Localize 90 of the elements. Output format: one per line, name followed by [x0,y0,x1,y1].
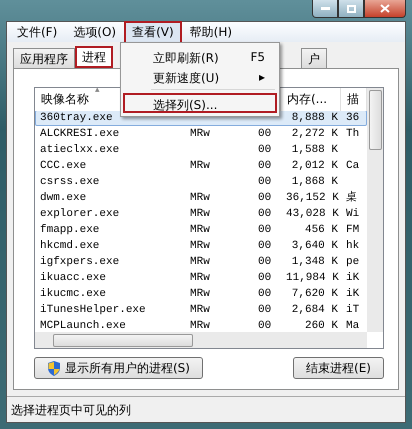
table-cell-text: igfxpers.exe [39,255,120,269]
table-cell-text: 2,272 K [290,127,339,141]
table-cell-text: MRw [189,207,211,221]
action-button[interactable]: 显示所有用户的进程(S) [34,357,203,379]
table-cell-text: iK [345,287,360,301]
table-cell-text: 桌 [345,191,358,205]
table-cell-text: 43,028 K [285,207,340,221]
column-header[interactable]: 内存(... [281,88,341,111]
table-cell-text: iK [345,271,360,285]
close-icon [380,4,390,13]
maximize-button[interactable] [338,0,364,18]
table-cell-text: 8,888 K [290,111,339,125]
table-cell-text: 00 [257,191,272,205]
table-cell-text: 00 [257,271,272,285]
table-cell-text: 00 [257,319,272,332]
menu-option[interactable]: 立即刷新(R) F5 [123,46,277,66]
table-cell-text: 00 [257,287,272,301]
table-cell-text: 1,588 K [290,143,339,157]
table-cell-text: MRw [189,223,211,237]
table-cell-text: dwm.exe [39,191,88,205]
table-cell-text: 00 [257,303,272,317]
table-cell-text: 1,868 K [290,175,339,189]
table-cell-text: 00 [257,159,272,173]
menu-option[interactable]: 更新速度(U) ▸ [123,66,277,86]
table-cell-text: explorer.exe [39,207,120,221]
table-cell-text: 456 K [304,223,339,237]
table-cell-text: MRw [189,319,211,332]
table-cell-text: 00 [257,239,272,253]
table-cell-text: 00 [257,223,272,237]
status-text: 选择进程页中可见的列 [7,396,405,422]
table-cell-text: hk [345,239,360,253]
table-cell-text: MRw [189,255,211,269]
table-cell-text: 1,348 K [290,255,339,269]
table-cell-text: ALCKRESI.exe [39,127,120,141]
table-cell-text: MCPLaunch.exe [39,319,127,332]
table-cell-text: 7,620 K [290,287,339,301]
table-cell-text: 36,152 K [285,191,340,205]
tab[interactable]: 应用程序 [13,48,75,68]
close-button[interactable] [364,0,406,18]
column-header[interactable]: 描 [341,88,367,111]
table-cell-text: 11,984 K [285,271,340,285]
table-cell-text: MRw [189,303,211,317]
table-cell-text: 00 [257,175,272,189]
table-cell-text: pe [345,255,360,269]
table-cell-text: 260 K [304,319,339,332]
horizontal-scrollbar[interactable] [35,332,367,348]
tab[interactable]: 进程 [75,46,113,68]
table-cell-text: fmapp.exe [39,223,100,237]
table-cell-text: iTunesHelper.exe [39,303,147,317]
table-cell-text: MRw [189,127,211,141]
table-cell-text: 3,640 K [290,239,339,253]
maximize-icon [346,4,356,12]
minimize-button[interactable] [312,0,338,18]
table-cell-text: 360tray.exe [39,111,114,125]
table-cell-text: 36 [345,111,360,125]
minimize-icon [320,7,330,10]
table-cell-text: ikuacc.exe [39,271,108,285]
table-cell-text: Th [345,127,360,141]
vertical-scrollbar[interactable] [367,88,383,332]
table-cell-text: MRw [189,191,211,205]
action-button[interactable]: 结束进程(E) [293,357,384,379]
table-cell-text: MRw [189,287,211,301]
table-cell-text: csrss.exe [39,175,100,189]
table-cell-text: 00 [257,255,272,269]
table-cell-text: Ma [345,319,360,332]
table-cell-text: MRw [189,159,211,173]
menu-item[interactable]: 文件(F) [9,20,66,44]
table-cell-text: MRw [189,271,211,285]
menu-item[interactable]: 帮助(H) [182,20,240,44]
table-cell-text: Ca [345,159,360,173]
menu-item[interactable]: 查看(V) [124,20,182,44]
table-cell-text: iT [345,303,360,317]
table-cell-text: FM [345,223,360,237]
tab[interactable]: 户 [301,48,327,68]
table-cell-text: Wi [345,207,360,221]
table-cell-text: 00 [257,127,272,141]
table-cell-text: atieclxx.exe [39,143,120,157]
menu-option[interactable]: 选择列(S)... [123,93,277,113]
shortcut-text: F5 [250,50,265,62]
table-cell-text: 2,684 K [290,303,339,317]
table-cell-text: ikucmc.exe [39,287,108,301]
table-cell-text: CCC.exe [39,159,88,173]
shield-icon [47,360,61,376]
table-cell-text: 00 [257,143,272,157]
table-cell-text: 2,012 K [290,159,339,173]
submenu-arrow-icon: ▸ [258,70,265,82]
table-cell-text: MRw [189,239,211,253]
table-cell-text: hkcmd.exe [39,239,100,253]
table-cell-text: 00 [257,207,272,221]
menu-item[interactable]: 选项(O) [65,20,124,44]
